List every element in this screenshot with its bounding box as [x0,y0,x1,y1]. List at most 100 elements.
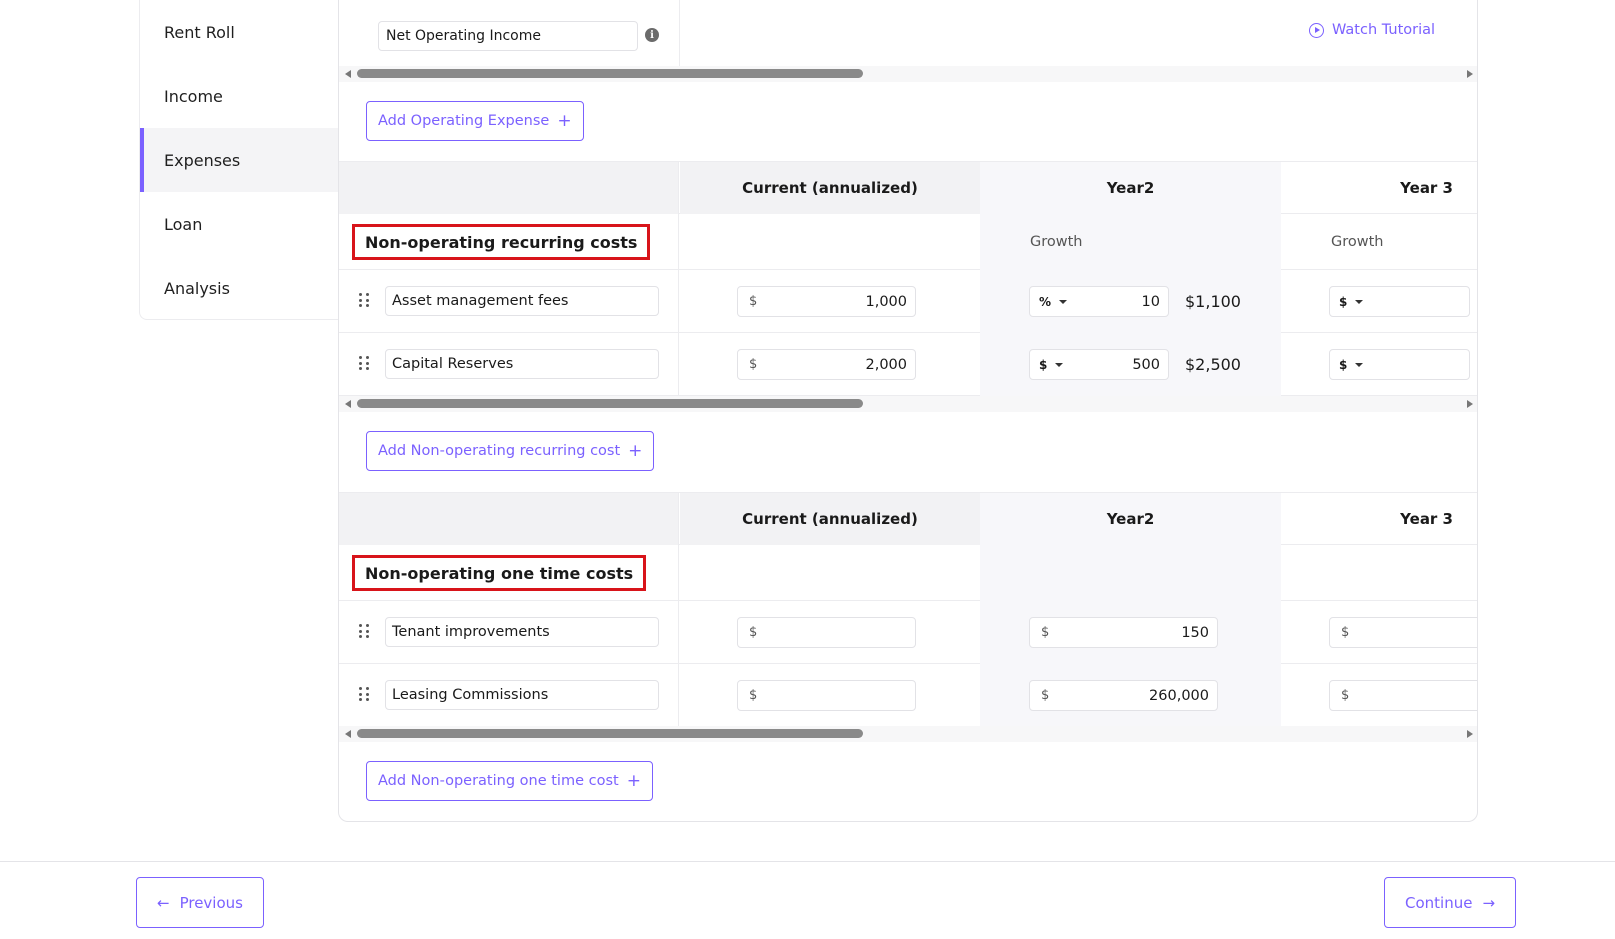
sidebar-item-income[interactable]: Income [140,64,338,128]
currency-symbol: $ [749,294,758,309]
plus-icon: + [626,770,641,791]
year2-amount-input[interactable]: $ 260,000 [1029,680,1218,711]
chevron-down-icon [1355,299,1364,304]
watch-tutorial-link[interactable]: Watch Tutorial [1309,22,1435,38]
scroll-left-arrow-icon[interactable] [345,70,351,78]
scrollbar-thumb[interactable] [357,399,863,408]
current-amount-input[interactable]: $ [737,680,916,711]
currency-symbol: $ [749,357,758,372]
previous-button[interactable]: ← Previous [136,877,264,928]
arrow-right-icon: → [1482,893,1496,912]
sidebar-item-loan[interactable]: Loan [140,192,338,256]
sidebar-item-analysis[interactable]: Analysis [140,256,338,320]
horizontal-scrollbar[interactable] [339,396,1477,412]
scroll-left-arrow-icon[interactable] [345,400,351,408]
section-title: Non-operating one time costs [352,555,647,591]
scroll-right-arrow-icon[interactable] [1467,400,1473,408]
currency-symbol: $ [749,688,758,703]
add-recurring-cost-button[interactable]: Add Non-operating recurring cost + [366,431,655,471]
horizontal-scrollbar[interactable] [339,66,1477,82]
currency-symbol: $ [1341,625,1350,640]
scroll-right-arrow-icon[interactable] [1467,730,1473,738]
scrollbar-thumb[interactable] [357,729,863,738]
drag-handle-icon[interactable] [359,687,369,701]
amount-value: 2,000 [865,356,907,373]
one-time-costs-table: Current (annualized) Year2 Year 3 Non-op… [339,492,1477,727]
scrollbar-thumb[interactable] [357,69,863,78]
year3-amount-input[interactable]: $ [1329,680,1477,711]
expense-name-input[interactable]: Tenant improvements [385,617,659,647]
scroll-right-arrow-icon[interactable] [1467,70,1473,78]
year3-growth-input[interactable]: $ [1329,286,1470,317]
amount-value: 150 [1181,624,1209,641]
year2-cell [980,545,1281,601]
growth-mode-value: $ [1039,357,1048,372]
header-year2: Year2 [980,162,1281,214]
sidebar-item-label: Loan [164,214,203,234]
sidebar-item-label: Rent Roll [164,22,235,42]
year3-amount-input[interactable]: $ [1329,617,1477,648]
chevron-down-icon [1355,362,1364,367]
row-name-cell: Capital Reserves [339,333,679,396]
year2-growth-input[interactable]: $ 500 [1029,349,1169,380]
year3-growth-input[interactable]: $ [1329,349,1470,380]
growth-value: 500 [1132,356,1160,373]
year2-amount-input[interactable]: $ 150 [1029,617,1218,648]
current-amount-input[interactable]: $ 2,000 [737,349,916,380]
scroll-left-arrow-icon[interactable] [345,730,351,738]
growth-label-year2: Growth [980,214,1281,270]
expense-name-input[interactable]: Capital Reserves [385,349,659,379]
plus-icon: + [557,110,572,131]
button-label: Add Non-operating one time cost [378,773,619,789]
drag-handle-icon[interactable] [359,293,369,307]
year2-result: $1,100 [1185,292,1241,311]
column-divider [679,0,680,66]
drag-handle-icon[interactable] [359,356,369,370]
section-title: Non-operating recurring costs [352,224,651,260]
currency-symbol: $ [1041,625,1050,640]
growth-mode-value: $ [1339,294,1348,309]
row-name-cell: Tenant improvements [339,601,679,664]
drag-handle-icon[interactable] [359,624,369,638]
sidebar-item-rent-roll[interactable]: Rent Roll [140,0,338,64]
section-title-cell: Non-operating recurring costs [339,214,679,270]
growth-label-year3: Growth [1331,234,1384,250]
expense-name-input[interactable]: Asset management fees [385,286,659,316]
header-blank-cell [339,162,679,214]
expense-name-input[interactable]: Leasing Commissions [385,680,659,710]
chevron-down-icon [1059,299,1068,304]
section-row: Non-operating recurring costs Growth Gro… [339,214,1477,270]
expenses-panel: Net Operating Income i Watch Tutorial Ad… [338,0,1478,822]
recurring-costs-table: Current (annualized) Year2 Year 3 Non-op… [339,161,1477,396]
info-icon[interactable]: i [645,28,659,42]
current-amount-input[interactable]: $ 1,000 [737,286,916,317]
header-year3: Year 3 [1400,179,1453,197]
plus-icon: + [628,440,643,461]
sidebar-item-expenses[interactable]: Expenses [140,128,338,192]
sidebar-item-label: Expenses [164,150,241,170]
table-header: Current (annualized) Year2 Year 3 [339,162,1477,214]
noi-row: Net Operating Income i Watch Tutorial [339,0,1477,66]
amount-value: 260,000 [1149,687,1209,704]
button-label: Add Operating Expense [378,113,550,129]
growth-mode-select[interactable]: % [1030,295,1100,309]
growth-mode-value: % [1039,294,1052,309]
table-row: Capital Reserves $ 2,000 $ 500 $2,500 $ [339,333,1477,396]
continue-button[interactable]: Continue → [1384,877,1517,928]
growth-mode-select[interactable]: $ [1030,358,1100,372]
growth-mode-select[interactable]: $ [1330,358,1400,372]
year2-growth-input[interactable]: % 10 [1029,286,1169,317]
chevron-down-icon [1055,362,1064,367]
add-one-time-cost-button[interactable]: Add Non-operating one time cost + [366,761,653,801]
current-amount-input[interactable]: $ [737,617,916,648]
section-row: Non-operating one time costs [339,545,1477,601]
watch-tutorial-label: Watch Tutorial [1332,22,1436,38]
horizontal-scrollbar[interactable] [339,726,1477,742]
play-circle-icon [1309,22,1324,38]
currency-symbol: $ [1041,688,1050,703]
add-operating-expense-button[interactable]: Add Operating Expense + [366,101,584,141]
growth-mode-select[interactable]: $ [1330,295,1400,309]
footer-divider [0,861,1615,862]
row-name-cell: Leasing Commissions [339,664,679,727]
amount-value: 1,000 [865,293,907,310]
